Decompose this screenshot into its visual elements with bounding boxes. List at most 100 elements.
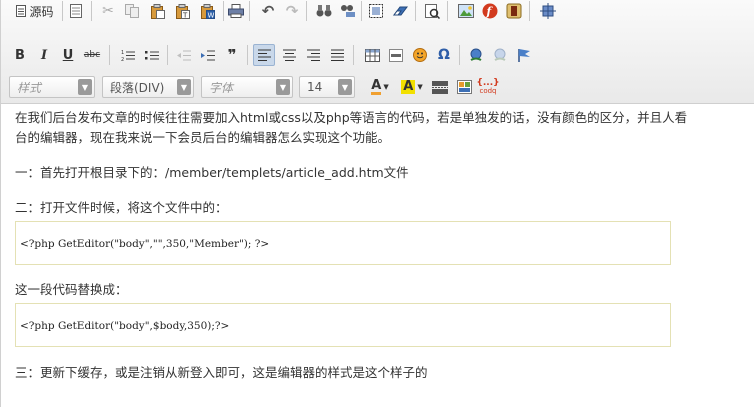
chevron-down-icon: ▼ bbox=[78, 79, 92, 95]
chevron-down-icon: ▼ bbox=[338, 79, 352, 95]
link-icon bbox=[470, 48, 482, 61]
copy-icon bbox=[125, 4, 139, 18]
font-size-value: 14 bbox=[307, 80, 323, 94]
link-button[interactable] bbox=[465, 44, 487, 66]
print-button[interactable] bbox=[225, 0, 247, 22]
style-select-value: 样式 bbox=[17, 80, 42, 95]
chevron-down-icon: ▼ bbox=[177, 79, 191, 95]
code-block-replacement: <?php GetEditor("body",$body,350);?> bbox=[15, 303, 671, 347]
align-left-icon bbox=[257, 49, 271, 61]
step-three: 三：更新下缓存，或是注销从新登入即可，这是编辑器的样式是这个样子的 bbox=[15, 365, 428, 380]
eraser-icon bbox=[393, 6, 408, 16]
text-color-icon: A bbox=[371, 78, 382, 95]
undo-icon: ↶ bbox=[261, 2, 275, 20]
align-left-button[interactable] bbox=[253, 44, 275, 66]
replace-icon bbox=[341, 5, 355, 17]
new-page-button[interactable] bbox=[65, 0, 87, 22]
bullet-list-icon bbox=[145, 50, 159, 59]
image-button[interactable] bbox=[455, 0, 477, 22]
cut-button[interactable]: ✂ bbox=[97, 0, 119, 22]
svg-text:1: 1 bbox=[121, 50, 124, 56]
step-two: 二：打开文件时候，将这个文件中的： bbox=[15, 200, 228, 215]
paste-button[interactable] bbox=[147, 0, 169, 22]
redo-button[interactable]: ↷ bbox=[281, 0, 303, 22]
underline-button[interactable]: U bbox=[57, 44, 79, 66]
align-center-button[interactable] bbox=[278, 44, 300, 66]
table-button[interactable] bbox=[361, 44, 383, 66]
italic-icon: I bbox=[40, 47, 48, 63]
maximize-button[interactable] bbox=[537, 0, 559, 22]
caret-down-icon: ▼ bbox=[383, 83, 389, 91]
smiley-icon bbox=[413, 48, 427, 62]
outdent-icon bbox=[177, 50, 191, 60]
numbered-list-icon: 12 bbox=[121, 50, 135, 62]
code-button[interactable]: {...} codq bbox=[476, 76, 500, 98]
horizontal-rule-button[interactable] bbox=[385, 44, 407, 66]
preview-button[interactable] bbox=[421, 0, 443, 22]
select-all-icon bbox=[369, 4, 383, 18]
caret-down-icon: ▼ bbox=[417, 83, 423, 91]
intro-paragraph-continued: 台的编辑器，现在我来说一下会员后台的编辑器怎么实现这个功能。 bbox=[15, 130, 391, 145]
undo-button[interactable]: ↶ bbox=[257, 0, 279, 22]
smiley-button[interactable] bbox=[409, 44, 431, 66]
text-color-button[interactable]: A ▼ bbox=[365, 76, 395, 98]
font-size-select[interactable]: 14 ▼ bbox=[299, 76, 355, 98]
numbered-list-button[interactable]: 12 bbox=[117, 44, 139, 66]
template-button[interactable] bbox=[453, 76, 475, 98]
replace-instruction: 这一段代码替换成： bbox=[15, 282, 128, 297]
background-color-icon: A bbox=[401, 79, 416, 94]
unlink-icon bbox=[494, 48, 506, 61]
anchor-button[interactable] bbox=[513, 44, 535, 66]
page-break-icon bbox=[432, 80, 448, 94]
select-all-button[interactable] bbox=[365, 0, 387, 22]
document-icon bbox=[16, 5, 27, 17]
special-char-button[interactable]: Ω bbox=[433, 44, 455, 66]
justify-button[interactable] bbox=[326, 44, 348, 66]
new-page-icon bbox=[70, 4, 82, 18]
align-right-button[interactable] bbox=[302, 44, 324, 66]
flag-icon bbox=[518, 49, 530, 62]
image-icon bbox=[458, 4, 474, 18]
paste-word-button[interactable]: W bbox=[197, 0, 219, 22]
indent-button[interactable] bbox=[197, 44, 219, 66]
paste-text-button[interactable]: T bbox=[172, 0, 194, 22]
binoculars-icon bbox=[316, 5, 332, 17]
background-color-button[interactable]: A ▼ bbox=[397, 76, 427, 98]
align-right-icon bbox=[306, 49, 320, 61]
quote-icon: ❞ bbox=[227, 46, 237, 64]
media-button[interactable] bbox=[503, 0, 525, 22]
toolbar-row-3: 样式 ▼ 段落(DIV) ▼ 字体 ▼ 14 ▼ A ▼ A ▼ {...} c… bbox=[1, 76, 754, 108]
paragraph-format-select[interactable]: 段落(DIV) ▼ bbox=[102, 76, 194, 98]
page-break-button[interactable] bbox=[429, 76, 451, 98]
preview-icon bbox=[424, 3, 440, 19]
editor-content[interactable]: 在我们后台发布文章的时候往往需要加入html或css以及php等语言的代码，若是… bbox=[15, 108, 754, 383]
justify-icon bbox=[330, 49, 344, 61]
omega-icon: Ω bbox=[438, 47, 450, 63]
paste-icon bbox=[151, 3, 165, 19]
bold-button[interactable]: B bbox=[9, 44, 31, 66]
bullet-list-button[interactable] bbox=[141, 44, 163, 66]
find-button[interactable] bbox=[313, 0, 335, 22]
editor-toolbar: 源码 ✂ T W ↶ ↷ f B I U abc 1 2 ❞ Ω 样式 ▼ 段落… bbox=[1, 0, 754, 104]
remove-format-button[interactable] bbox=[389, 0, 411, 22]
italic-button[interactable]: I bbox=[33, 44, 55, 66]
replace-button[interactable] bbox=[337, 0, 359, 22]
unlink-button[interactable] bbox=[489, 44, 511, 66]
source-button[interactable]: 源码 bbox=[11, 0, 59, 22]
blockquote-button[interactable]: ❞ bbox=[221, 44, 243, 66]
code-icon: {...} codq bbox=[476, 78, 500, 96]
flash-button[interactable]: f bbox=[479, 0, 501, 22]
outdent-button[interactable] bbox=[173, 44, 195, 66]
svg-text:W: W bbox=[208, 11, 215, 19]
align-center-icon bbox=[282, 49, 296, 61]
copy-button[interactable] bbox=[121, 0, 143, 22]
toolbar-row-2: B I U abc 12 ❞ Ω bbox=[1, 44, 754, 76]
code-block-original: <?php GetEditor("body","",350,"Member");… bbox=[15, 221, 671, 265]
strikethrough-button[interactable]: abc bbox=[81, 44, 103, 66]
print-icon bbox=[228, 4, 244, 18]
style-select[interactable]: 样式 ▼ bbox=[9, 76, 95, 98]
horizontal-rule-icon bbox=[389, 48, 403, 62]
font-select[interactable]: 字体 ▼ bbox=[201, 76, 293, 98]
media-icon bbox=[506, 3, 522, 19]
table-icon bbox=[364, 48, 380, 62]
